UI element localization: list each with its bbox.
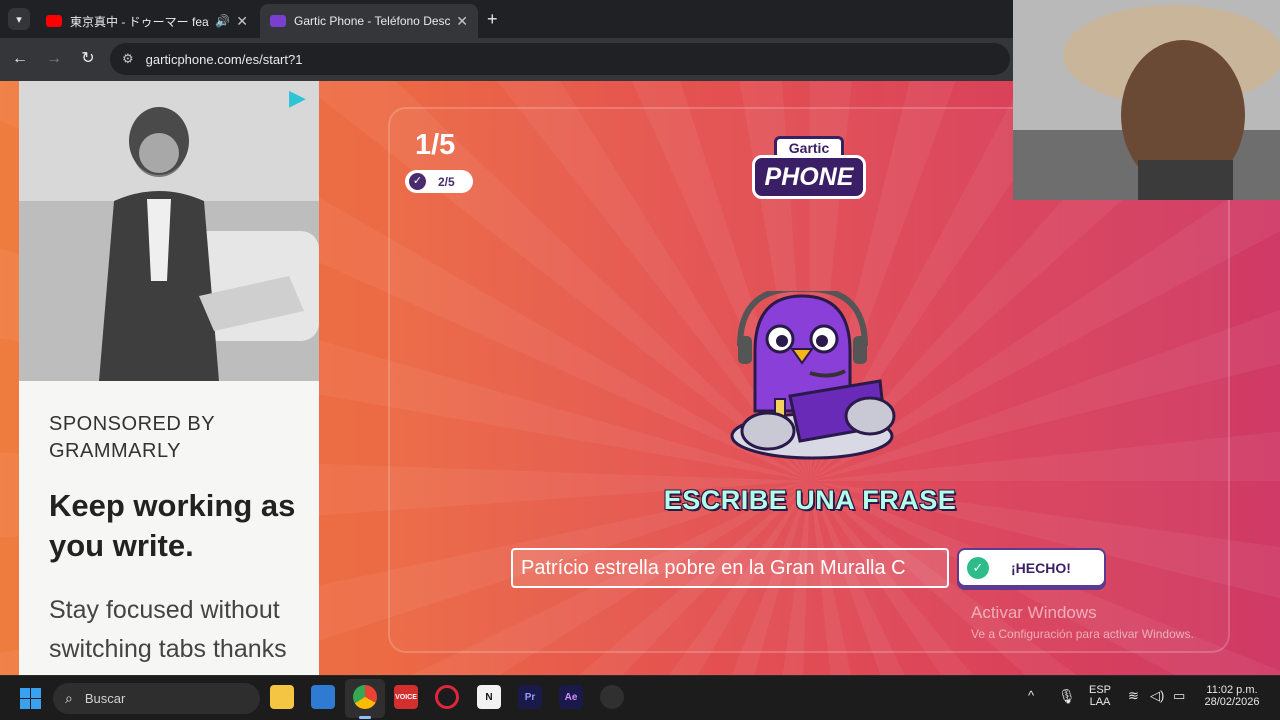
ad-sponsor-text: SPONSORED BY GRAMMARLY (49, 413, 215, 462)
volume-icon[interactable]: ◁) (1150, 688, 1164, 704)
show-hidden-icons-chevron-icon[interactable]: ^ (1028, 688, 1034, 703)
site-settings-icon[interactable]: ⚙ (122, 51, 134, 67)
tab-youtube[interactable]: 東京真中 - ドゥーマー feat. 重音 🔊 ✕ (36, 4, 258, 38)
youtube-icon (46, 15, 62, 27)
voicemeeter-icon[interactable]: VOICE (394, 685, 418, 709)
clock-time: 11:02 p.m. (1206, 684, 1258, 696)
done-button[interactable]: ✓ ¡HECHO! (957, 548, 1106, 587)
taskbar-search[interactable]: ⌕ Buscar (53, 683, 260, 714)
windows-activation-watermark: Activar Windows Ve a Configuración para … (971, 603, 1194, 641)
reload-icon[interactable]: ↻ (77, 48, 99, 70)
webcam-person-image (1013, 0, 1280, 200)
tab-gartic-phone[interactable]: Gartic Phone - Teléfono Descon ✕ (260, 4, 478, 38)
close-tab-icon[interactable]: ✕ (236, 13, 248, 30)
players-done-count: 2/5 (438, 174, 455, 189)
microsoft-store-icon[interactable] (311, 685, 335, 709)
tab-title: Gartic Phone - Teléfono Descon (294, 14, 451, 28)
check-icon: ✓ (967, 556, 989, 579)
webcam-overlay (1013, 0, 1280, 200)
chrome-icon[interactable] (353, 685, 377, 709)
back-arrow-icon[interactable]: ← (9, 48, 31, 70)
players-done-badge: ✓ 2/5 (405, 170, 473, 193)
speaker-icon[interactable]: 🔊 (215, 14, 230, 28)
gartic-phone-logo: Gartic PHONE (752, 133, 866, 201)
microphone-icon[interactable]: 🎙 (1058, 688, 1076, 705)
ad-choices-icon[interactable]: ▶ (289, 85, 315, 111)
language-code: ESP (1088, 684, 1111, 696)
language-indicator[interactable]: ESP LAA (1088, 684, 1112, 708)
taskbar-active-indicator (359, 716, 371, 719)
windows-start-icon[interactable] (20, 688, 41, 709)
search-placeholder: Buscar (84, 691, 126, 706)
write-phrase-heading: ESCRIBE UNA FRASE (663, 485, 957, 515)
wifi-icon[interactable]: ≋ (1128, 688, 1139, 704)
activation-subtitle: Ve a Configuración para activar Windows. (971, 627, 1194, 641)
notion-icon[interactable]: N (477, 685, 501, 709)
ad-headline: Keep working as you write. (49, 488, 296, 563)
clock[interactable]: 11:02 p.m. 28/02/2026 (1200, 684, 1264, 708)
premiere-pro-icon[interactable]: Pr (518, 685, 542, 709)
file-explorer-icon[interactable] (270, 685, 294, 709)
tab-title: 東京真中 - ドゥーマー feat. 重音 (70, 14, 209, 29)
clock-date: 28/02/2026 (1204, 696, 1260, 708)
windows-taskbar: ⌕ Buscar VOICE N Pr Ae ^ 🎙 ESP LAA ≋ ◁) … (0, 675, 1280, 720)
address-url[interactable]: garticphone.com/es/start?1 (146, 52, 303, 67)
obs-icon[interactable] (600, 685, 624, 709)
after-effects-icon[interactable]: Ae (559, 685, 583, 709)
keyboard-layout: LAA (1089, 696, 1111, 708)
gartic-favicon-icon (270, 15, 286, 27)
tab-search-chevron-icon[interactable]: ▾ (8, 8, 30, 30)
grammarly-ad[interactable]: ▶ SPONSORED BY GRAMMARLY Keep working as… (19, 81, 319, 675)
woman-with-laptop-image (19, 81, 319, 381)
phrase-input[interactable] (511, 548, 949, 588)
mascot-bird-image (720, 285, 905, 461)
activation-title: Activar Windows (971, 603, 1097, 622)
logo-phone-text: PHONE (752, 155, 866, 199)
battery-icon[interactable]: ▭ (1173, 688, 1185, 704)
done-button-label: ¡HECHO! (1011, 559, 1071, 576)
address-bar[interactable]: ⚙ garticphone.com/es/start?1 (110, 43, 1010, 75)
opera-icon[interactable] (435, 685, 459, 709)
ad-body-text: Stay focused without switching tabs than… (49, 596, 287, 663)
forward-arrow-icon[interactable]: → (43, 48, 65, 70)
check-icon: ✓ (409, 173, 426, 190)
new-tab-button[interactable]: + (487, 9, 498, 30)
ad-photo: ▶ (19, 81, 319, 381)
search-icon: ⌕ (65, 690, 73, 706)
close-tab-icon[interactable]: ✕ (456, 13, 468, 30)
round-counter: 1/5 (415, 129, 456, 161)
